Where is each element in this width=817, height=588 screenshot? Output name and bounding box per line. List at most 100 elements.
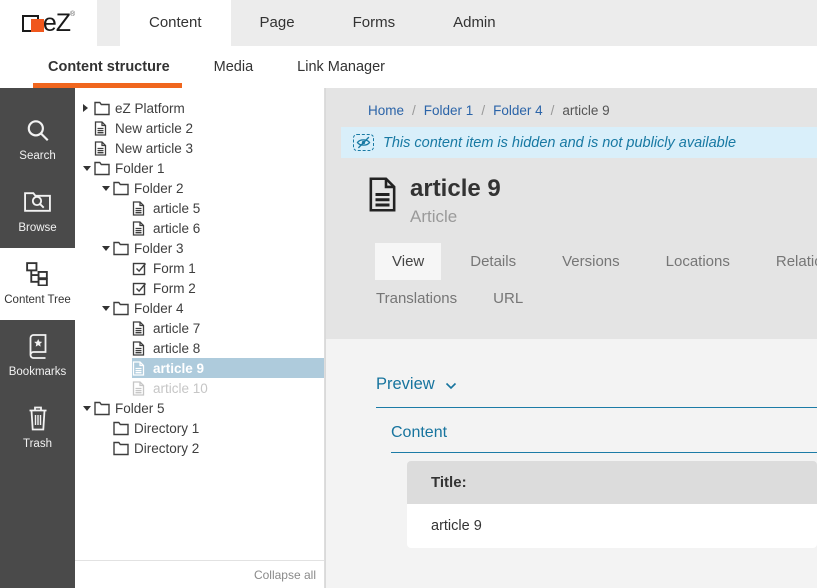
sidebar-item-browse[interactable]: Browse bbox=[0, 176, 75, 248]
tree-item-body: Form 2 bbox=[132, 278, 324, 298]
sidebar-item-bookmarks[interactable]: Bookmarks bbox=[0, 320, 75, 392]
article-icon bbox=[132, 341, 149, 356]
folder-icon bbox=[94, 161, 111, 176]
tree-item-body: Folder 4 bbox=[113, 298, 324, 318]
tree-item-directory-1[interactable]: Directory 1 bbox=[75, 418, 324, 438]
logo-orange-square bbox=[31, 19, 44, 32]
tree-item-article-8[interactable]: article 8 bbox=[75, 338, 324, 358]
banner-text: This content item is hidden and is not p… bbox=[383, 135, 736, 151]
tab-url[interactable]: URL bbox=[493, 280, 523, 317]
tree-item-label: Form 1 bbox=[153, 261, 196, 276]
left-sidebar: Search Browse Content TreeBookmarksTrash bbox=[0, 88, 75, 588]
tree-item-body: article 10 bbox=[132, 378, 324, 398]
top-tab-content[interactable]: Content bbox=[120, 0, 231, 46]
tree-item-label: New article 2 bbox=[115, 121, 193, 136]
sidebar-item-content-tree[interactable]: Content Tree bbox=[0, 248, 75, 320]
main-header-area: Home/Folder 1/Folder 4/article 9 This co… bbox=[326, 88, 817, 339]
topbar-spacer bbox=[97, 0, 120, 46]
tree-item-body: article 6 bbox=[132, 218, 324, 238]
app-logo[interactable]: eZ ® bbox=[0, 0, 97, 46]
tab-versions[interactable]: Versions bbox=[562, 243, 620, 280]
sub-navigation: Content structure Media Link Manager bbox=[0, 46, 817, 88]
content-type-label: Article bbox=[410, 207, 501, 227]
sidebar-item-search[interactable]: Search bbox=[0, 104, 75, 176]
collapse-arrow-icon[interactable] bbox=[83, 166, 94, 171]
tree-item-label: Folder 1 bbox=[115, 161, 165, 176]
breadcrumb-link-folder-4[interactable]: Folder 4 bbox=[493, 103, 543, 118]
tree-item-folder-5[interactable]: Folder 5 bbox=[75, 398, 324, 418]
tree-item-ez-platform[interactable]: eZ Platform bbox=[75, 98, 324, 118]
folder-icon bbox=[113, 441, 130, 456]
breadcrumb-link-folder-1[interactable]: Folder 1 bbox=[424, 103, 474, 118]
breadcrumb-link-home[interactable]: Home bbox=[368, 103, 404, 118]
tree-item-article-7[interactable]: article 7 bbox=[75, 318, 324, 338]
tree-item-label: Form 2 bbox=[153, 281, 196, 296]
tree-item-label: article 9 bbox=[153, 361, 204, 376]
tree-item-folder-2[interactable]: Folder 2 bbox=[75, 178, 324, 198]
content-section-heading: Content bbox=[391, 424, 817, 453]
collapse-all-button[interactable]: Collapse all bbox=[75, 560, 324, 588]
hidden-content-banner: This content item is hidden and is not p… bbox=[341, 127, 817, 158]
tree-item-new-article-3[interactable]: New article 3 bbox=[75, 138, 324, 158]
tree-item-form-1[interactable]: Form 1 bbox=[75, 258, 324, 278]
preview-label: Preview bbox=[376, 375, 435, 394]
form-icon bbox=[132, 261, 149, 276]
tree-item-article-6[interactable]: article 6 bbox=[75, 218, 324, 238]
top-tab-forms[interactable]: Forms bbox=[324, 0, 425, 46]
folder-icon bbox=[113, 241, 130, 256]
subnav-tab-content-structure[interactable]: Content structure bbox=[48, 46, 170, 88]
tab-view[interactable]: View bbox=[375, 243, 441, 280]
tree-item-label: Directory 2 bbox=[134, 441, 199, 456]
tree-item-body: article 8 bbox=[132, 338, 324, 358]
tree-item-label: Directory 1 bbox=[134, 421, 199, 436]
collapse-arrow-icon[interactable] bbox=[102, 246, 113, 251]
field-value: article 9 bbox=[407, 504, 817, 548]
breadcrumb-current: article 9 bbox=[562, 103, 609, 118]
top-tab-list: ContentPageFormsAdmin bbox=[120, 0, 525, 46]
tree-item-label: article 6 bbox=[153, 221, 200, 236]
tree-item-body: New article 2 bbox=[94, 118, 324, 138]
tree-item-label: New article 3 bbox=[115, 141, 193, 156]
tree-item-article-5[interactable]: article 5 bbox=[75, 198, 324, 218]
tab-details[interactable]: Details bbox=[470, 243, 516, 280]
expand-arrow-icon[interactable] bbox=[83, 104, 94, 112]
search-icon bbox=[0, 117, 75, 145]
tree-item-new-article-2[interactable]: New article 2 bbox=[75, 118, 324, 138]
subnav-tab-media[interactable]: Media bbox=[214, 46, 254, 88]
field-label: Title: bbox=[407, 461, 817, 504]
collapse-arrow-icon[interactable] bbox=[83, 406, 94, 411]
tab-relations[interactable]: Relations bbox=[776, 243, 817, 280]
hidden-eye-icon bbox=[353, 134, 374, 151]
subnav-tab-link-manager[interactable]: Link Manager bbox=[297, 46, 385, 88]
trash-icon bbox=[0, 405, 75, 433]
breadcrumb-separator: / bbox=[481, 103, 485, 118]
top-tab-admin[interactable]: Admin bbox=[424, 0, 525, 46]
browse-icon bbox=[0, 189, 75, 217]
tree-item-article-10[interactable]: article 10 bbox=[75, 378, 324, 398]
main-area: Home/Folder 1/Folder 4/article 9 This co… bbox=[325, 88, 817, 588]
tree-item-directory-2[interactable]: Directory 2 bbox=[75, 438, 324, 458]
registered-mark: ® bbox=[70, 11, 75, 18]
sub-tab-list: Content structure Media Link Manager bbox=[48, 46, 429, 88]
tree-item-article-9[interactable]: article 9 bbox=[75, 358, 324, 378]
sidebar-item-label: Browse bbox=[18, 222, 56, 234]
tree-item-folder-1[interactable]: Folder 1 bbox=[75, 158, 324, 178]
tree-item-folder-3[interactable]: Folder 3 bbox=[75, 238, 324, 258]
top-tab-page[interactable]: Page bbox=[231, 0, 324, 46]
tab-translations[interactable]: Translations bbox=[376, 280, 457, 317]
tree-item-form-2[interactable]: Form 2 bbox=[75, 278, 324, 298]
preview-section-toggle[interactable]: Preview bbox=[376, 375, 817, 408]
folder-icon bbox=[113, 181, 130, 196]
collapse-arrow-icon[interactable] bbox=[102, 306, 113, 311]
field-table: Title:article 9 bbox=[407, 461, 817, 548]
collapse-arrow-icon[interactable] bbox=[102, 186, 113, 191]
tree-item-body: Directory 2 bbox=[113, 438, 324, 458]
folder-icon bbox=[113, 421, 130, 436]
sidebar-item-label: Search bbox=[19, 150, 55, 162]
tree-item-folder-4[interactable]: Folder 4 bbox=[75, 298, 324, 318]
tab-locations[interactable]: Locations bbox=[666, 243, 730, 280]
breadcrumb-separator: / bbox=[412, 103, 416, 118]
content-tab-strip: View Details Versions Locations Relations Tr… bbox=[376, 243, 817, 339]
sidebar-item-trash[interactable]: Trash bbox=[0, 392, 75, 464]
bookmarks-icon bbox=[0, 333, 75, 361]
